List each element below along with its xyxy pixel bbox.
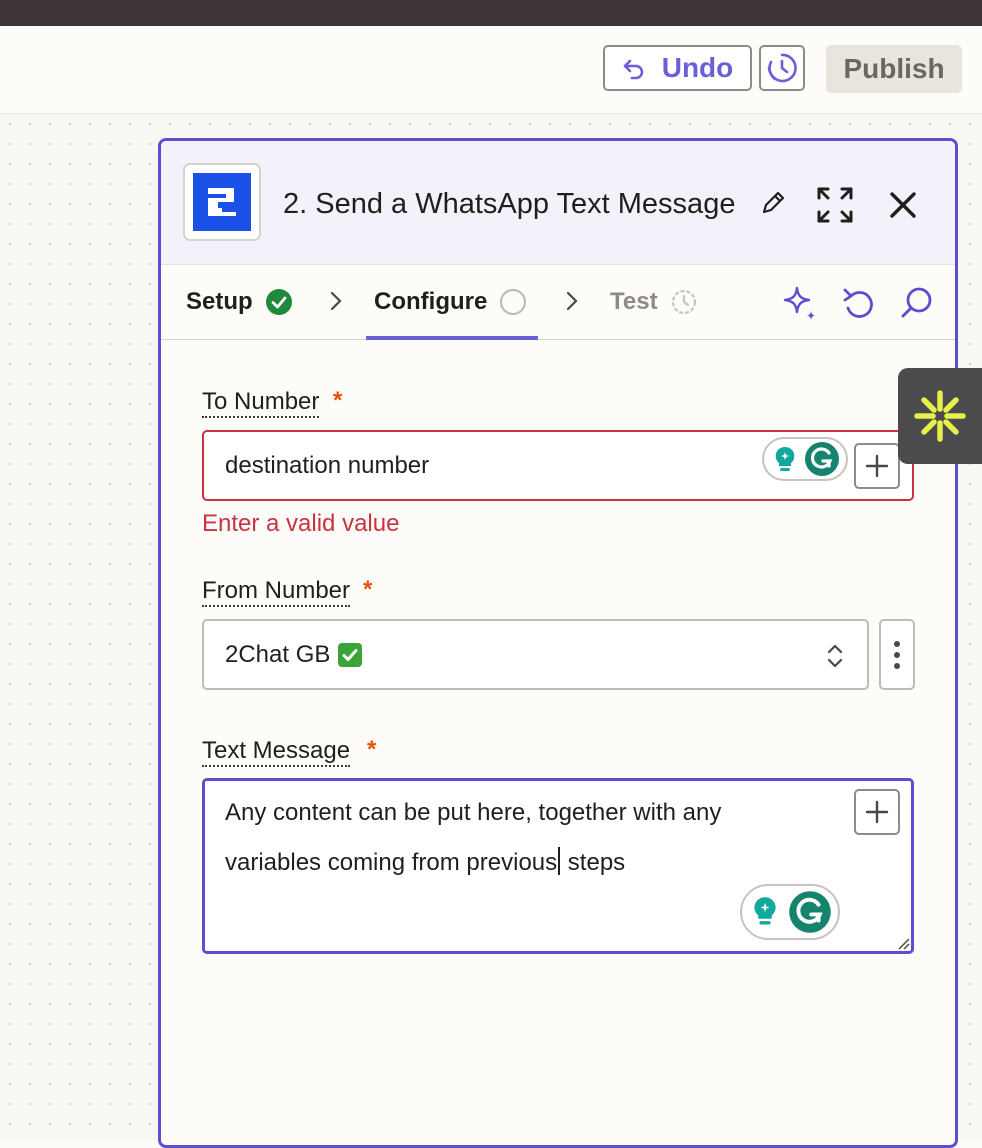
text-message-label: Text Message bbox=[202, 738, 351, 767]
insert-data-button[interactable] bbox=[854, 789, 900, 835]
expand-icon[interactable] bbox=[815, 185, 855, 225]
panel-title: 2. Send a WhatsApp Text Message bbox=[283, 188, 736, 220]
tab-setup[interactable]: Setup bbox=[186, 265, 293, 339]
reset-icon[interactable] bbox=[841, 284, 877, 324]
grammarly-icon bbox=[805, 442, 839, 476]
chevron-right-icon bbox=[566, 291, 578, 311]
history-clock-icon bbox=[767, 53, 797, 83]
text-message-line-1: Any content can be put here, together wi… bbox=[225, 799, 722, 826]
zapier-agent-widget[interactable] bbox=[898, 368, 982, 464]
required-asterisk: * bbox=[333, 387, 343, 414]
2chat-logo-icon bbox=[193, 173, 251, 231]
tab-configure[interactable]: Configure bbox=[374, 265, 527, 339]
lightbulb-icon bbox=[754, 897, 776, 925]
pencil-edit-icon[interactable] bbox=[759, 189, 787, 217]
undo-button[interactable]: Undo bbox=[603, 45, 752, 91]
publish-button[interactable]: Publish bbox=[826, 45, 962, 93]
tab-configure-label: Configure bbox=[374, 288, 488, 315]
text-message-line-2: variables coming from previous steps bbox=[225, 847, 625, 877]
grammarly-widget[interactable] bbox=[762, 437, 848, 481]
plus-icon bbox=[865, 454, 889, 478]
tab-test[interactable]: Test bbox=[610, 265, 698, 339]
ai-sparkle-icon[interactable] bbox=[781, 284, 821, 324]
undo-arrow-icon bbox=[623, 59, 644, 80]
from-number-label: From Number bbox=[202, 578, 351, 607]
text-message-textarea[interactable]: Any content can be put here, together wi… bbox=[202, 778, 914, 954]
text-after-caret: steps bbox=[561, 849, 626, 876]
search-icon[interactable] bbox=[899, 284, 935, 324]
version-history-button[interactable] bbox=[759, 45, 805, 91]
text-caret bbox=[558, 847, 561, 875]
resize-handle-icon[interactable] bbox=[896, 936, 910, 950]
empty-circle-icon bbox=[500, 288, 527, 316]
to-number-value: destination number bbox=[225, 452, 430, 479]
chevron-right-icon bbox=[330, 291, 342, 311]
chevron-updown-icon bbox=[827, 644, 843, 668]
to-number-input[interactable]: destination number bbox=[202, 430, 914, 501]
active-tab-indicator bbox=[366, 336, 538, 340]
to-number-error: Enter a valid value bbox=[202, 510, 400, 537]
grammarly-widget[interactable] bbox=[740, 884, 840, 940]
asterisk-sparkle-icon bbox=[914, 390, 966, 442]
lightbulb-icon bbox=[775, 446, 795, 471]
step-tabs: Setup Configure Test bbox=[161, 265, 955, 340]
to-number-label: To Number bbox=[202, 389, 320, 418]
from-number-selected: 2Chat GB bbox=[225, 640, 331, 668]
check-circle-icon bbox=[265, 289, 292, 315]
grammarly-icon bbox=[789, 891, 831, 933]
timer-icon bbox=[671, 289, 696, 315]
tab-test-label: Test bbox=[610, 288, 658, 315]
insert-data-button[interactable] bbox=[854, 443, 900, 489]
app-logo bbox=[183, 163, 261, 241]
step-config-panel: 2. Send a WhatsApp Text Message Setup Co… bbox=[158, 138, 958, 1148]
text-before-caret: variables coming from previous bbox=[225, 849, 558, 876]
undo-label: Undo bbox=[661, 52, 734, 83]
required-asterisk: * bbox=[367, 736, 377, 763]
close-icon[interactable] bbox=[887, 189, 919, 221]
plus-icon bbox=[865, 800, 889, 824]
panel-header: 2. Send a WhatsApp Text Message bbox=[161, 141, 955, 265]
tab-setup-label: Setup bbox=[186, 288, 253, 315]
from-number-select[interactable]: 2Chat GB bbox=[202, 619, 869, 690]
window-top-strip bbox=[0, 0, 982, 26]
check-mark-button-icon bbox=[338, 642, 363, 667]
required-asterisk: * bbox=[363, 576, 373, 603]
more-options-button[interactable] bbox=[879, 619, 915, 690]
